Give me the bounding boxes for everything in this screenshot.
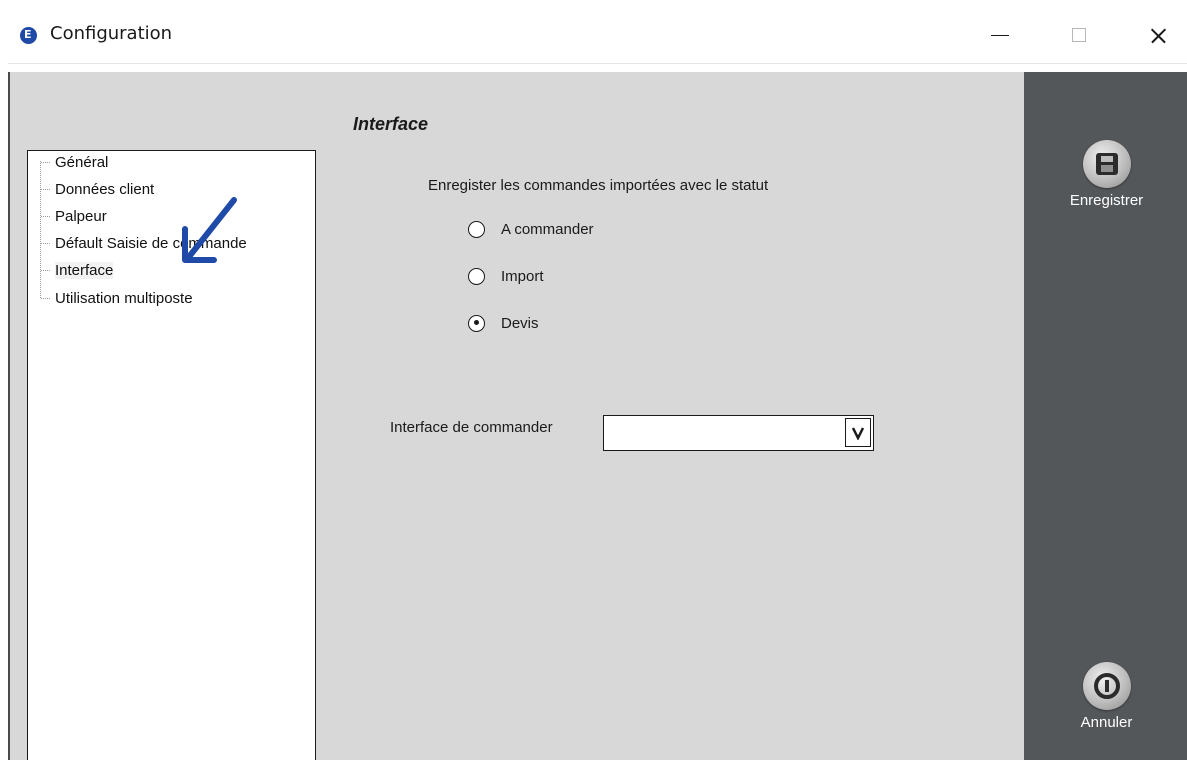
tree-branch (41, 161, 50, 163)
maximize-button[interactable] (1056, 8, 1102, 64)
minimize-button[interactable] (978, 8, 1024, 64)
radio-label: Import (501, 267, 544, 285)
tree-item-label: Interface (55, 261, 114, 279)
window-title: Configuration (50, 23, 173, 44)
dropdown-button[interactable] (845, 418, 871, 447)
radio-button[interactable] (468, 220, 485, 238)
radio-import[interactable]: Import (468, 265, 544, 287)
tree-item-general[interactable]: Général (41, 150, 108, 174)
tree-branch (41, 215, 50, 217)
tree-branch (41, 242, 50, 244)
tree-item-interface[interactable]: Interface (41, 258, 114, 282)
floppy-disk-icon (1095, 153, 1118, 175)
tree-item-label: Données client (55, 180, 155, 198)
tree-branch (41, 188, 50, 190)
radio-button[interactable] (468, 267, 485, 285)
status-label: Enregister les commandes importées avec … (428, 177, 769, 194)
tree-item-utilisation-multiposte[interactable]: Utilisation multiposte (41, 286, 193, 310)
configuration-window: Configuration Général Données client Pal… (8, 8, 1187, 760)
client-area: Général Données client Palpeur Défault S… (8, 72, 1187, 760)
save-button-circle (1082, 140, 1131, 188)
interface-label: Interface de commander (390, 419, 553, 436)
radio-label: A commander (501, 220, 594, 238)
action-panel: Enregistrer Annuler (1024, 72, 1187, 760)
radio-devis[interactable]: Devis (468, 312, 539, 334)
radio-button-checked[interactable] (468, 314, 485, 332)
tree-item-label: Utilisation multiposte (55, 289, 193, 307)
save-button[interactable]: Enregistrer (1024, 140, 1187, 209)
close-button[interactable] (1136, 8, 1182, 64)
tree-item-label: Palpeur (55, 207, 107, 225)
tree-item-palpeur[interactable]: Palpeur (41, 204, 107, 228)
cancel-button[interactable]: Annuler (1024, 662, 1187, 731)
save-label: Enregistrer (1069, 192, 1144, 209)
radio-a-commander[interactable]: A commander (468, 218, 594, 240)
chevron-down-icon (851, 426, 865, 440)
tree-branch (41, 269, 50, 271)
tree-item-label: Général (55, 153, 109, 171)
cancel-button-circle (1082, 662, 1131, 710)
app-logo-icon (20, 27, 37, 44)
cancel-label: Annuler (1080, 714, 1133, 731)
radio-label: Devis (501, 314, 539, 332)
tree-item-donnees-client[interactable]: Données client (41, 177, 154, 201)
section-title: Interface (353, 114, 429, 134)
tree-branch (41, 297, 50, 299)
title-bar: Configuration (8, 8, 1187, 64)
arrow-annotation-icon (182, 197, 237, 263)
interface-select[interactable] (603, 415, 874, 451)
power-icon (1093, 673, 1120, 699)
